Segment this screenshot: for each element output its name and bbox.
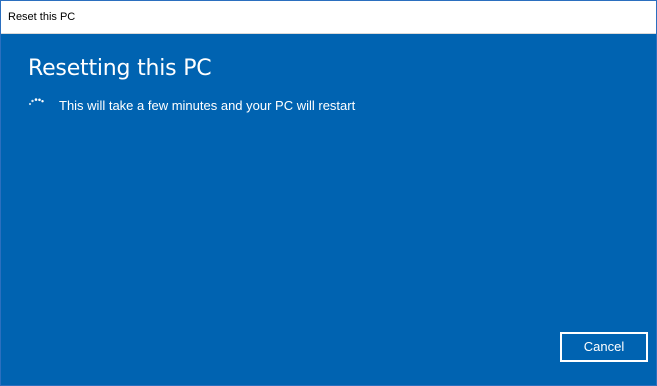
cancel-button[interactable]: Cancel bbox=[560, 332, 648, 362]
window-title: Reset this PC bbox=[8, 11, 76, 23]
reset-pc-window: Reset this PC Resetting this PC This wil… bbox=[0, 0, 657, 386]
page-title: Resetting this PC bbox=[28, 56, 212, 81]
content-area: Resetting this PC This will take a few m… bbox=[1, 34, 656, 385]
loading-spinner-icon bbox=[28, 96, 46, 110]
status-message: This will take a few minutes and your PC… bbox=[59, 98, 356, 113]
title-bar[interactable]: Reset this PC bbox=[1, 1, 656, 34]
